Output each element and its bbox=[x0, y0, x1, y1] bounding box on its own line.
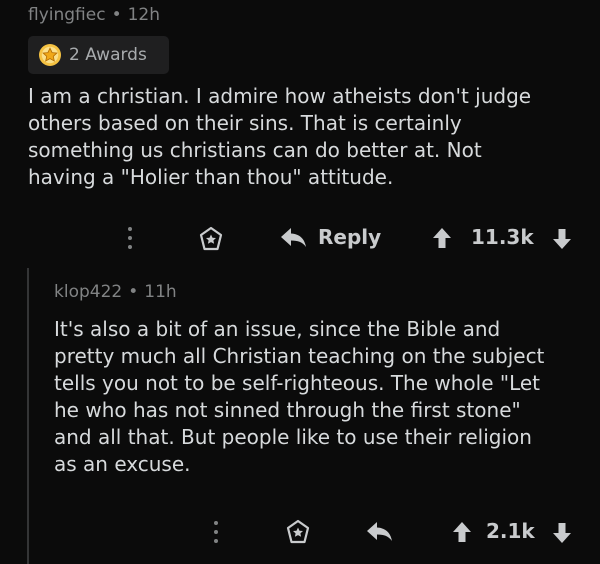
meta-separator: • bbox=[111, 5, 122, 25]
reply-arrow-icon[interactable] bbox=[366, 521, 394, 543]
reply-button[interactable]: Reply bbox=[318, 225, 381, 249]
more-options-icon[interactable] bbox=[213, 521, 219, 543]
reply-comment-meta: klop422 • 11h bbox=[54, 282, 177, 302]
reply-comment-body: It's also a bit of an issue, since the B… bbox=[54, 317, 545, 476]
downvote-arrow-icon[interactable] bbox=[552, 522, 572, 544]
parent-score: 11.3k bbox=[471, 225, 534, 249]
reply-username[interactable]: klop422 bbox=[54, 282, 122, 302]
parent-comment-body: I am a christian. I admire how atheists … bbox=[28, 84, 532, 189]
reply-score: 2.1k bbox=[486, 519, 535, 543]
upvote-arrow-icon[interactable] bbox=[452, 521, 472, 543]
reply-arrow-icon[interactable] bbox=[280, 227, 308, 249]
more-options-icon[interactable] bbox=[127, 227, 133, 249]
award-icon[interactable] bbox=[285, 519, 311, 545]
awards-label: 2 Awards bbox=[69, 45, 147, 65]
upvote-arrow-icon[interactable] bbox=[432, 227, 452, 249]
parent-action-bar: Reply 11.3k bbox=[0, 221, 600, 255]
parent-comment-meta: flyingfiec • 12h bbox=[28, 5, 160, 25]
reply-action-bar: 2.1k bbox=[0, 515, 600, 549]
parent-username[interactable]: flyingfiec bbox=[28, 5, 106, 25]
parent-timestamp: 12h bbox=[127, 5, 161, 25]
downvote-arrow-icon[interactable] bbox=[552, 228, 572, 250]
award-icon[interactable] bbox=[198, 226, 224, 252]
meta-separator: • bbox=[128, 282, 139, 302]
reply-timestamp: 11h bbox=[144, 282, 177, 302]
awards-chip[interactable]: 2 Awards bbox=[28, 36, 169, 74]
award-badge-icon bbox=[38, 43, 62, 67]
